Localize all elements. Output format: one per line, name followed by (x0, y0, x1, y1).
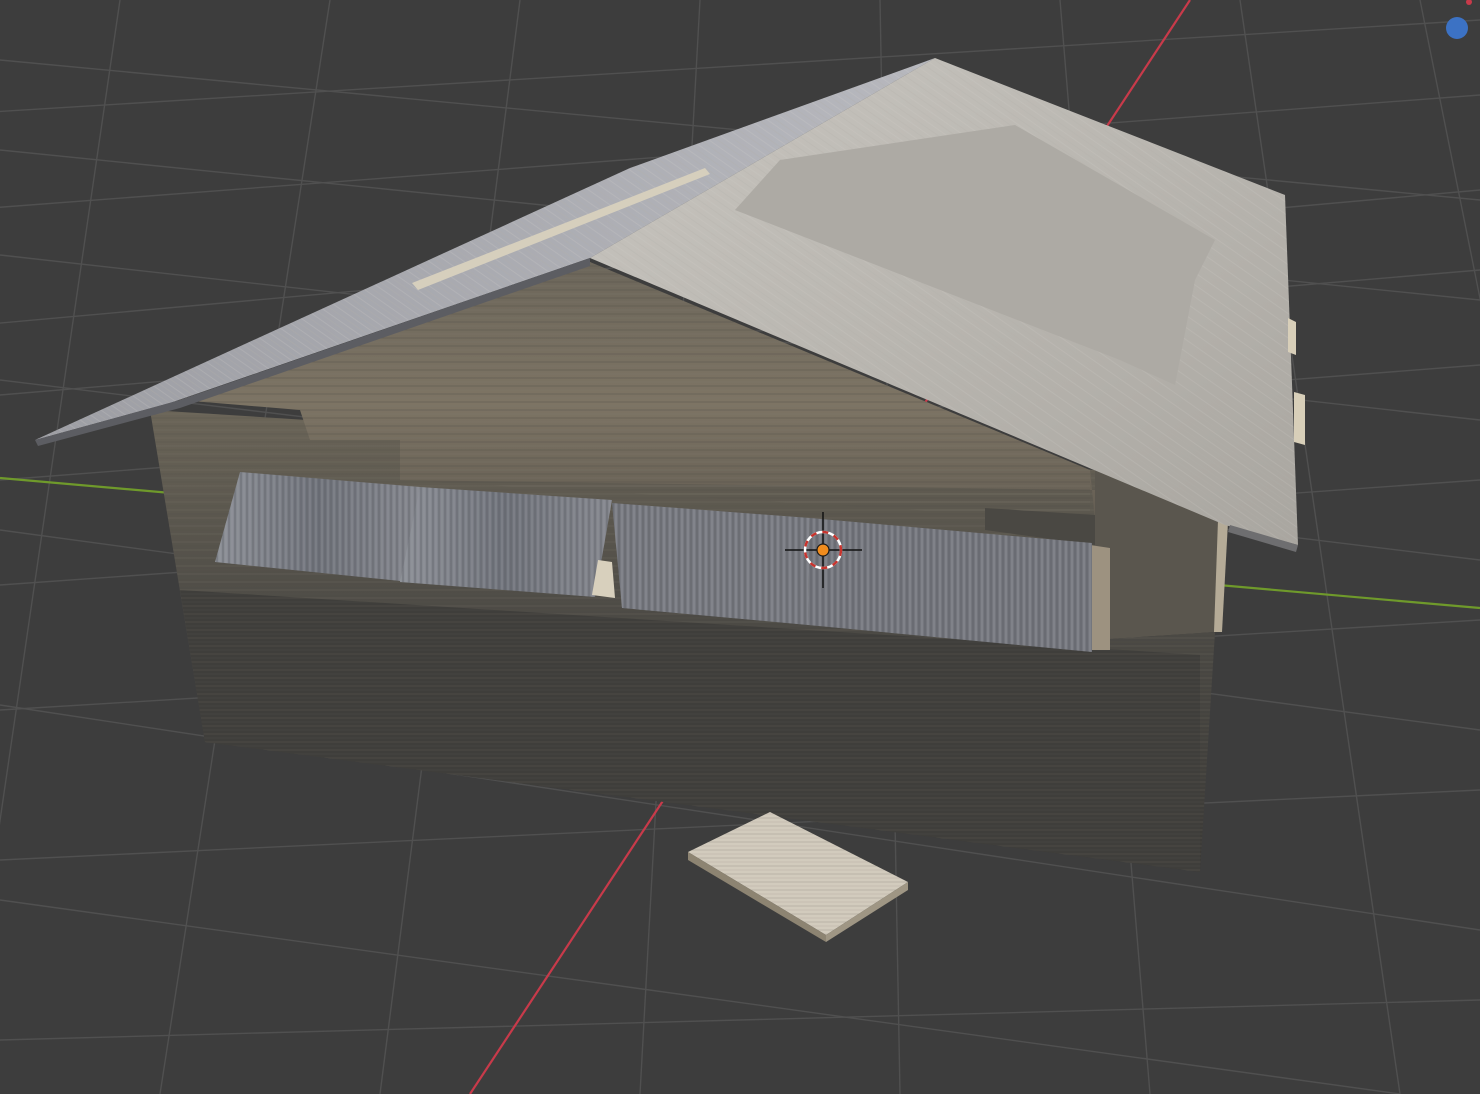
gizmo-x-axis-dot (1466, 0, 1472, 5)
wooden-shed[interactable] (35, 58, 1305, 872)
roof-edge-trim-1 (1288, 318, 1296, 355)
roof-edge-trim-2 (1294, 392, 1305, 445)
panel-grain-3 (612, 503, 810, 625)
wooden-plank[interactable] (688, 812, 908, 942)
navigation-gizmo-icon[interactable] (1446, 17, 1468, 39)
object-origin-icon[interactable] (816, 543, 830, 557)
panel-grain-2 (400, 487, 612, 597)
viewport-canvas[interactable] (0, 0, 1480, 1094)
wall-trim-right (1090, 545, 1110, 650)
3d-viewport[interactable] (0, 0, 1480, 1094)
